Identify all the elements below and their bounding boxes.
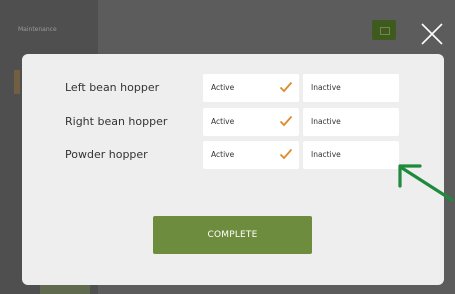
active-button[interactable]: Active [203, 108, 299, 136]
active-button-label: Active [211, 117, 235, 126]
background-indicator [14, 70, 20, 94]
inactive-button[interactable]: Inactive [303, 141, 399, 169]
inactive-button[interactable]: Inactive [303, 108, 399, 136]
background-camera-icon [372, 20, 396, 40]
active-button-label: Active [211, 150, 235, 159]
inactive-button-label: Inactive [311, 83, 341, 92]
check-icon [279, 148, 293, 160]
inactive-button-label: Inactive [311, 150, 341, 159]
hopper-row-left-bean: Left bean hopper Active Inactive [22, 74, 444, 102]
check-icon [279, 115, 293, 127]
hopper-row-label: Powder hopper [65, 148, 148, 161]
check-icon [279, 81, 293, 93]
active-button[interactable]: Active [203, 141, 299, 169]
complete-button-label: COMPLETE [207, 230, 258, 240]
hopper-row-right-bean: Right bean hopper Active Inactive [22, 108, 444, 136]
background-button [40, 284, 90, 294]
active-button-label: Active [211, 83, 235, 92]
hopper-status-dialog: Left bean hopper Active Inactive Right b… [22, 54, 444, 285]
background-title: Maintenance [18, 26, 57, 33]
arrow-icon [398, 164, 454, 202]
hopper-row-label: Right bean hopper [65, 115, 168, 128]
close-icon[interactable] [420, 22, 444, 46]
hopper-row-label: Left bean hopper [65, 81, 160, 94]
hopper-row-powder: Powder hopper Active Inactive [22, 141, 444, 169]
inactive-button[interactable]: Inactive [303, 74, 399, 102]
complete-button[interactable]: COMPLETE [153, 216, 312, 254]
inactive-button-label: Inactive [311, 117, 341, 126]
active-button[interactable]: Active [203, 74, 299, 102]
